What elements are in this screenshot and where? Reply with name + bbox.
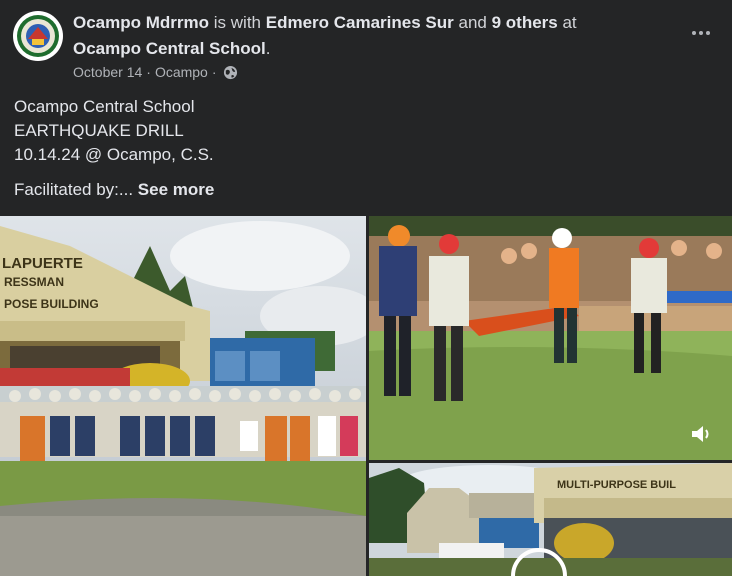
post-text-truncated: Facilitated by:... See more	[14, 178, 214, 202]
building-sign-text: MULTI-PURPOSE BUIL	[557, 479, 676, 491]
post-author-line: Ocampo Mdrrmo is with Edmero Camarines S…	[73, 12, 577, 34]
building-sign-text: POSE BUILDING	[4, 297, 99, 311]
others-link[interactable]: 9 others	[492, 13, 558, 32]
post-place[interactable]: Ocampo	[155, 64, 208, 80]
building-photo[interactable]: MULTI-PURPOSE BUIL	[369, 463, 732, 576]
author-name[interactable]: Ocampo Mdrrmo	[73, 13, 209, 32]
meta-separator: ·	[146, 64, 151, 80]
post-text-line: Ocampo Central School	[14, 97, 195, 116]
and-text: and	[458, 13, 487, 32]
building-sign-text: RESSMAN	[4, 275, 64, 289]
see-more-link[interactable]: See more	[138, 180, 215, 199]
globe-icon[interactable]	[223, 65, 238, 80]
post-header: Ocampo Mdrrmo is with Edmero Camarines S…	[0, 0, 732, 90]
more-options-icon[interactable]	[688, 20, 714, 46]
post-text-line: EARTHQUAKE DRILL	[14, 121, 184, 140]
page-avatar[interactable]	[13, 11, 63, 61]
building-sign-text: LAPUERTE	[2, 255, 83, 272]
location-link[interactable]: Ocampo Central School	[73, 39, 266, 58]
with-text: is with	[213, 13, 261, 32]
speaker-icon[interactable]	[688, 421, 714, 447]
tagged-person[interactable]: Edmero Camarines Sur	[266, 13, 454, 32]
at-text: at	[562, 13, 577, 32]
photo-gallery: LAPUERTE RESSMAN POSE BUILDING MULTI-PUR…	[0, 216, 732, 576]
meta-separator: ·	[211, 64, 217, 80]
group-photo[interactable]: LAPUERTE RESSMAN POSE BUILDING	[0, 216, 366, 576]
post-date[interactable]: October 14	[73, 64, 142, 80]
post-text-line: 10.14.24 @ Ocampo, C.S.	[14, 145, 214, 164]
drill-video[interactable]	[369, 216, 732, 460]
post-text: Ocampo Central School EARTHQUAKE DRILL 1…	[14, 95, 714, 167]
facilitated-text: Facilitated by:...	[14, 180, 134, 199]
post-meta: October 14 · Ocampo ·	[73, 64, 238, 80]
post-location-line: Ocampo Central School.	[73, 38, 270, 60]
location-period: .	[265, 39, 271, 58]
